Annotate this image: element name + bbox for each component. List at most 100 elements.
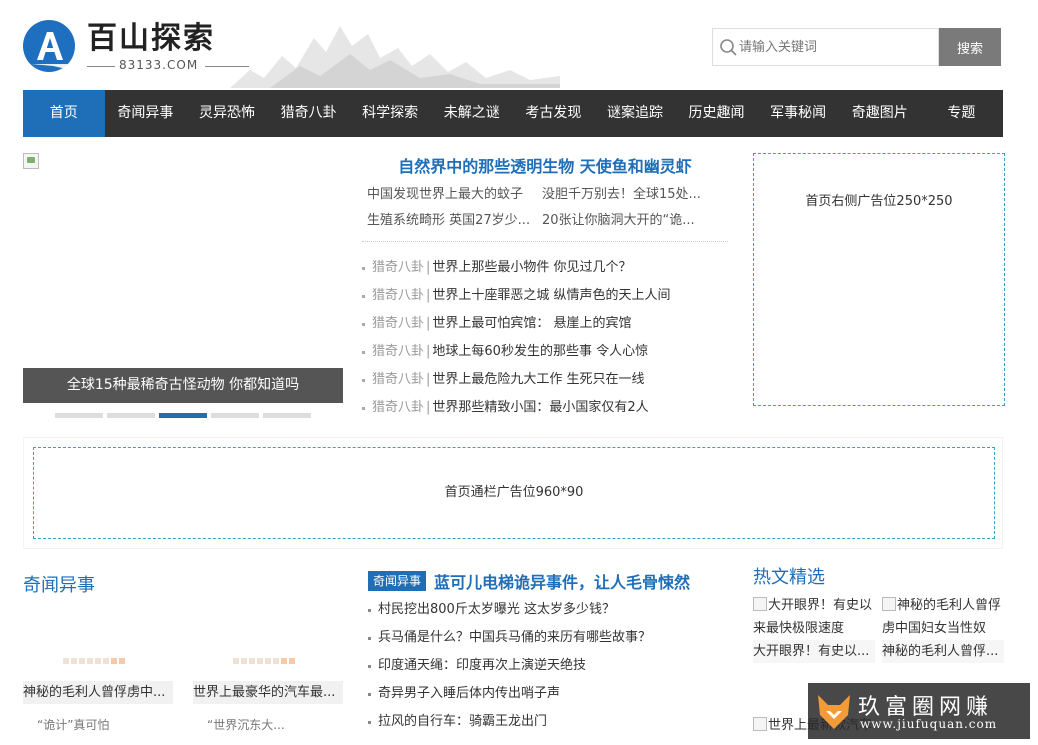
thumb-loading-dots (233, 658, 295, 664)
thumb-subcaption: “世界沉东大... (207, 718, 285, 732)
thumb-subcaption: “诡计”真可怕 (37, 718, 110, 732)
search-input[interactable] (739, 30, 935, 64)
header: 百山探索 83133.COM 搜索 (0, 0, 1038, 90)
hot-article-caption[interactable]: 大开眼界！有史以... (753, 640, 875, 663)
list-item: 猎奇八卦 | 地球上每60秒发生的那些事 令人心惊 (362, 338, 728, 366)
hot-article-card[interactable]: 神秘的毛利人曾俘虏中国妇女当性奴 神秘的毛利人曾俘... (882, 594, 1004, 663)
list-item: 拉风的自行车：骑霸王龙出门 (368, 708, 728, 736)
nav-item-mian[interactable]: 谜案追踪 (594, 90, 676, 137)
list-item: 村民挖出800斤太岁曝光 这太岁多少钱？ (368, 596, 728, 624)
ad-slot-right[interactable]: 首页右侧广告位250*250 (753, 153, 1005, 406)
list-item: 猎奇八卦 | 世界那些精致小国：最小国家仅有2人 (362, 394, 728, 422)
logo-line-left (87, 66, 115, 67)
list-item: 兵马俑是什么？中国兵马俑的来历有哪些故事？ (368, 624, 728, 652)
category-link[interactable]: 猎奇八卦 (372, 344, 424, 359)
fox-logo-icon (818, 695, 850, 729)
headline-links: 中国发现世界上最大的蚊子 没胆千万别去！全球15处... 生殖系统畸形 英国27… (362, 185, 728, 231)
nav-item-lieqi[interactable]: 猎奇八卦 (268, 90, 350, 137)
thumb-card[interactable]: 世界上最豪华的汽车最... “世界沉东大... (193, 630, 343, 732)
logo-text: 百山探索 (87, 21, 215, 56)
featured-news-title[interactable]: 蓝可儿电梯诡异事件，让人毛骨悚然 (434, 569, 690, 593)
watermark-url: www.jiufuquan.com (860, 717, 998, 731)
list-item: 猎奇八卦 | 世界上那些最小物件 你见过几个？ (362, 254, 728, 282)
logo-badge-icon (23, 20, 75, 72)
nav-item-junshi[interactable]: 军事秘闻 (757, 90, 839, 137)
article-link[interactable]: 世界上十座罪恶之城 纵情声色的天上人间 (432, 288, 670, 303)
hot-article-image-alt: 大开眼界！有史以来最快极限速度 (753, 597, 873, 636)
headline-link[interactable]: 没胆千万别去！全球15处... (542, 185, 712, 205)
section-title-hot[interactable]: 热文精选 (753, 563, 825, 589)
site-logo[interactable]: 百山探索 83133.COM (23, 20, 253, 76)
list-item: 印度通天绳：印度再次上演逆天绝技 (368, 652, 728, 680)
article-link[interactable]: 奇异男子入睡后体内传出哨子声 (378, 686, 560, 701)
broken-image-icon (753, 717, 767, 731)
broken-image-icon (882, 597, 896, 611)
category-link[interactable]: 猎奇八卦 (372, 288, 424, 303)
slider-dot-5[interactable] (263, 413, 311, 418)
logo-domain: 83133.COM (119, 58, 199, 72)
watermark: 玖富圈网赚 www.jiufuquan.com (808, 683, 1030, 739)
section-title-qiwen[interactable]: 奇闻异事 (23, 571, 95, 597)
nav-item-lingyi[interactable]: 灵异恐怖 (186, 90, 268, 137)
slider-caption[interactable]: 全球15种最稀奇古怪动物 你都知道吗 (23, 368, 343, 403)
nav-item-kexue[interactable]: 科学探索 (349, 90, 431, 137)
list-item: 奇异男子入睡后体内传出哨子声 (368, 680, 728, 708)
hot-article-card[interactable]: 大开眼界！有史以来最快极限速度 大开眼界！有史以... (753, 594, 875, 663)
article-link[interactable]: 世界上最可怕宾馆： 悬崖上的宾馆 (432, 316, 631, 331)
slider-dot-3[interactable] (159, 413, 207, 418)
nav-item-qiwen[interactable]: 奇闻异事 (105, 90, 187, 137)
article-link[interactable]: 印度通天绳：印度再次上演逆天绝技 (378, 658, 586, 673)
nav-item-kaogu[interactable]: 考古发现 (513, 90, 595, 137)
article-link[interactable]: 世界那些精致小国：最小国家仅有2人 (432, 400, 648, 415)
search-box (712, 28, 939, 66)
list-item: 猎奇八卦 | 世界上最危险九大工作 生死只在一线 (362, 366, 728, 394)
main-nav: 首页 奇闻异事 灵异恐怖 猎奇八卦 科学探索 未解之谜 考古发现 谜案追踪 历史… (23, 90, 1003, 137)
search-bar: 搜索 (712, 28, 1002, 66)
slider-dots (55, 413, 311, 418)
broken-image-icon[interactable] (23, 153, 39, 169)
featured-slider: 全球15种最稀奇古怪动物 你都知道吗 (23, 153, 343, 423)
headline-title[interactable]: 自然界中的那些透明生物 天使鱼和幽灵虾 (362, 153, 728, 181)
featured-news-header: 奇闻异事 蓝可儿电梯诡异事件，让人毛骨悚然 (368, 568, 728, 594)
mountain-landscape-graphic (230, 26, 560, 88)
headline-link[interactable]: 中国发现世界上最大的蚊子 (367, 185, 537, 205)
news-list: 村民挖出800斤太岁曝光 这太岁多少钱？ 兵马俑是什么？中国兵马俑的来历有哪些故… (368, 596, 728, 736)
search-icon (720, 39, 737, 56)
headline-link[interactable]: 20张让你脑洞大开的“诡... (542, 211, 712, 231)
article-link[interactable]: 拉风的自行车：骑霸王龙出门 (378, 714, 547, 729)
article-link[interactable]: 世界上那些最小物件 你见过几个？ (432, 260, 631, 275)
thumb-caption[interactable]: 神秘的毛利人曾俘虏中... (23, 681, 173, 704)
article-link[interactable]: 兵马俑是什么？中国兵马俑的来历有哪些故事？ (378, 630, 651, 645)
category-link[interactable]: 猎奇八卦 (372, 260, 424, 275)
category-link[interactable]: 猎奇八卦 (372, 372, 424, 387)
thumb-caption[interactable]: 世界上最豪华的汽车最... (193, 681, 343, 704)
nav-item-weijie[interactable]: 未解之谜 (431, 90, 513, 137)
thumb-loading-dots (63, 658, 125, 664)
category-link[interactable]: 猎奇八卦 (372, 400, 424, 415)
article-link[interactable]: 地球上每60秒发生的那些事 令人心惊 (432, 344, 648, 359)
list-item: 猎奇八卦 | 世界上最可怕宾馆： 悬崖上的宾馆 (362, 310, 728, 338)
nav-item-home[interactable]: 首页 (23, 90, 105, 137)
search-button[interactable]: 搜索 (939, 28, 1001, 66)
category-badge[interactable]: 奇闻异事 (368, 571, 427, 591)
category-link[interactable]: 猎奇八卦 (372, 316, 424, 331)
list-item: 猎奇八卦 | 世界上十座罪恶之城 纵情声色的天上人间 (362, 282, 728, 310)
broken-image-icon (753, 597, 767, 611)
thumb-card[interactable]: 神秘的毛利人曾俘虏中... “诡计”真可怕 (23, 630, 173, 732)
headline-list: 猎奇八卦 | 世界上那些最小物件 你见过几个？ 猎奇八卦 | 世界上十座罪恶之城 纵情声… (362, 254, 728, 422)
slider-dot-1[interactable] (55, 413, 103, 418)
headline-link[interactable]: 生殖系统畸形 英国27岁少... (367, 211, 537, 231)
slider-dot-2[interactable] (107, 413, 155, 418)
hot-article-caption[interactable]: 神秘的毛利人曾俘... (882, 640, 1004, 663)
article-link[interactable]: 村民挖出800斤太岁曝光 这太岁多少钱？ (378, 602, 615, 617)
nav-item-qiqu[interactable]: 奇趣图片 (839, 90, 921, 137)
nav-item-zhuanti[interactable]: 专题 (921, 90, 1003, 137)
nav-item-lishi[interactable]: 历史趣闻 (676, 90, 758, 137)
ad-slot-wide[interactable]: 首页通栏广告位960*90 (33, 447, 995, 539)
headline-block: 自然界中的那些透明生物 天使鱼和幽灵虾 中国发现世界上最大的蚊子 没胆千万别去！… (362, 153, 728, 422)
hot-article-image-alt: 神秘的毛利人曾俘虏中国妇女当性奴 (882, 597, 1002, 636)
featured-news-block: 奇闻异事 蓝可儿电梯诡异事件，让人毛骨悚然 村民挖出800斤太岁曝光 这太岁多少… (368, 568, 728, 736)
divider (362, 241, 728, 242)
slider-dot-4[interactable] (211, 413, 259, 418)
article-link[interactable]: 世界上最危险九大工作 生死只在一线 (432, 372, 644, 387)
